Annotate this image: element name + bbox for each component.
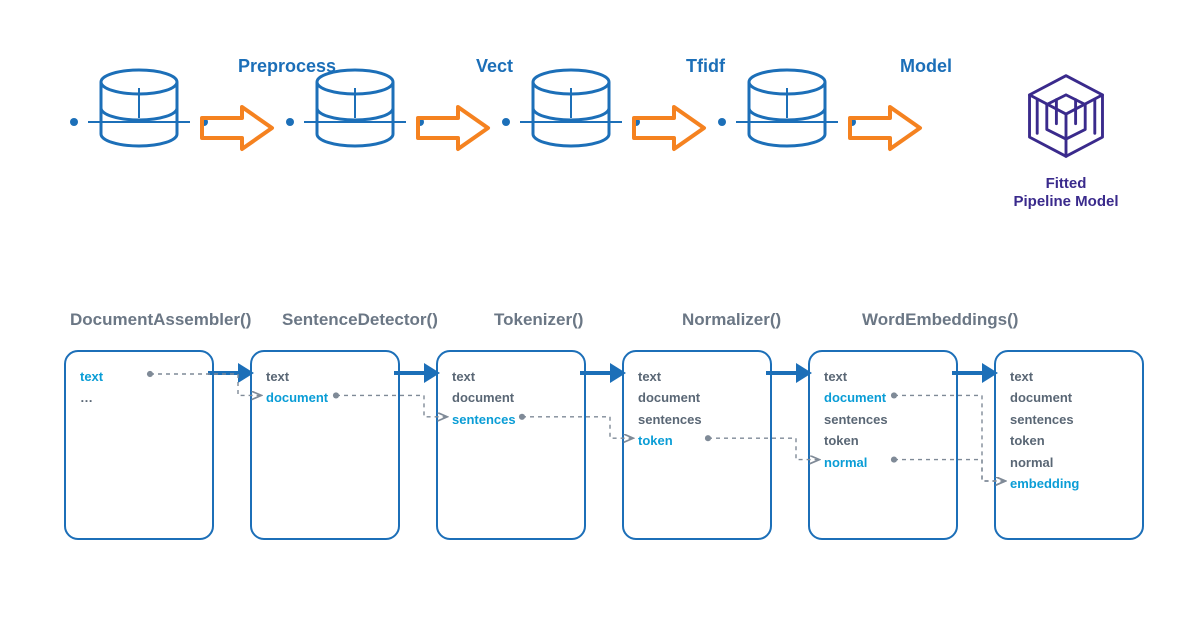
database-icon-0 bbox=[64, 68, 214, 168]
annotator-card-3: textdocumentsentencestoken bbox=[622, 350, 772, 540]
database-icon-3 bbox=[712, 68, 862, 168]
fat-arrow-icon bbox=[416, 104, 492, 152]
card-5-item-5: embedding bbox=[1010, 473, 1128, 494]
final-label-line2: Pipeline Model bbox=[1013, 193, 1118, 210]
database-base bbox=[712, 116, 862, 128]
final-label-line1: Fitted bbox=[1046, 175, 1087, 192]
fat-arrow-icon bbox=[848, 104, 924, 152]
card-3-item-2: sentences bbox=[638, 409, 756, 430]
annotator-card-2: textdocumentsentences bbox=[436, 350, 586, 540]
pipeline-arrow-1 bbox=[416, 104, 492, 157]
card-3-item-0: text bbox=[638, 366, 756, 387]
card-5-item-0: text bbox=[1010, 366, 1128, 387]
pipeline-arrow-2 bbox=[632, 104, 708, 157]
card-4-item-0: text bbox=[824, 366, 942, 387]
card-4-item-2: sentences bbox=[824, 409, 942, 430]
card-arrow-0 bbox=[208, 360, 256, 391]
database-base bbox=[64, 116, 214, 128]
card-5-item-3: token bbox=[1010, 430, 1128, 451]
card-arrow-3 bbox=[766, 360, 814, 391]
card-arrow-4 bbox=[952, 360, 1000, 391]
step-label-4: WordEmbeddings() bbox=[862, 310, 1018, 330]
card-2-item-0: text bbox=[452, 366, 570, 387]
final-model-label: Fitted Pipeline Model bbox=[996, 175, 1136, 211]
annotator-card-0: text… bbox=[64, 350, 214, 540]
fitted-pipeline-model: Fitted Pipeline Model bbox=[996, 68, 1136, 211]
card-0-item-1: … bbox=[80, 387, 198, 408]
card-0-item-0: text bbox=[80, 366, 198, 387]
card-1-item-1: document bbox=[266, 387, 384, 408]
annotator-card-1: textdocument bbox=[250, 350, 400, 540]
database-icon-1 bbox=[280, 68, 430, 168]
card-1-item-0: text bbox=[266, 366, 384, 387]
card-4-item-3: token bbox=[824, 430, 942, 451]
thin-arrow-icon bbox=[952, 360, 1000, 386]
step-label-0: DocumentAssembler() bbox=[70, 310, 251, 330]
card-arrow-1 bbox=[394, 360, 442, 391]
card-5-item-4: normal bbox=[1010, 452, 1128, 473]
stage-label-vect: Vect bbox=[476, 56, 513, 77]
card-arrow-2 bbox=[580, 360, 628, 391]
step-label-2: Tokenizer() bbox=[494, 310, 583, 330]
database-icon-2 bbox=[496, 68, 646, 168]
step-label-1: SentenceDetector() bbox=[282, 310, 438, 330]
stage-label-model: Model bbox=[900, 56, 952, 77]
card-2-item-2: sentences bbox=[452, 409, 570, 430]
annotator-card-5: textdocumentsentencestokennormalembeddin… bbox=[994, 350, 1144, 540]
pipeline-arrow-0 bbox=[200, 104, 276, 157]
stage-label-preprocess: Preprocess bbox=[238, 56, 336, 77]
card-3-item-1: document bbox=[638, 387, 756, 408]
card-3-item-3: token bbox=[638, 430, 756, 451]
pipeline-arrow-3 bbox=[848, 104, 924, 157]
card-5-item-2: sentences bbox=[1010, 409, 1128, 430]
fat-arrow-icon bbox=[632, 104, 708, 152]
card-4-item-1: document bbox=[824, 387, 942, 408]
model-cube-icon bbox=[1018, 68, 1114, 164]
step-label-3: Normalizer() bbox=[682, 310, 781, 330]
stage-label-tfidf: Tfidf bbox=[686, 56, 725, 77]
fat-arrow-icon bbox=[200, 104, 276, 152]
thin-arrow-icon bbox=[580, 360, 628, 386]
pipeline-top-row: Preprocess Vect Tfidf Model bbox=[64, 68, 1136, 248]
thin-arrow-icon bbox=[208, 360, 256, 386]
annotator-card-4: textdocumentsentencestokennormal bbox=[808, 350, 958, 540]
card-2-item-1: document bbox=[452, 387, 570, 408]
annotator-bottom-row: DocumentAssembler() SentenceDetector() T… bbox=[64, 310, 1136, 590]
card-5-item-1: document bbox=[1010, 387, 1128, 408]
thin-arrow-icon bbox=[766, 360, 814, 386]
card-4-item-4: normal bbox=[824, 452, 942, 473]
thin-arrow-icon bbox=[394, 360, 442, 386]
database-base bbox=[280, 116, 430, 128]
database-base bbox=[496, 116, 646, 128]
